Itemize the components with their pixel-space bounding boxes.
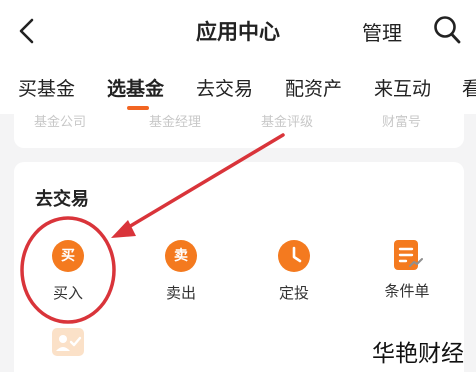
wealth-account-label[interactable]: 财富号 xyxy=(382,114,421,130)
active-tab-indicator xyxy=(127,106,149,110)
tab-select-fund[interactable]: 选基金 xyxy=(107,74,164,101)
fund-rating-label[interactable]: 基金评级 xyxy=(261,114,313,130)
buy-button[interactable]: 买 买入 xyxy=(23,240,113,303)
conditional-order-button[interactable]: 条件单 xyxy=(362,238,452,301)
conditional-order-label: 条件单 xyxy=(384,282,430,300)
tab-interact[interactable]: 来互动 xyxy=(374,74,431,101)
clock-icon xyxy=(278,240,310,272)
tab-allocate-assets[interactable]: 配资产 xyxy=(285,74,342,101)
tab-trade[interactable]: 去交易 xyxy=(196,74,253,101)
buy-label: 买入 xyxy=(52,284,83,302)
fund-company-label[interactable]: 基金公司 xyxy=(34,114,86,130)
document-icon xyxy=(394,240,423,270)
tab-watch[interactable]: 看 xyxy=(462,74,476,101)
app-header: 应用中心 管理 xyxy=(0,0,476,62)
manage-button[interactable]: 管理 xyxy=(362,17,402,46)
sell-icon: 卖 xyxy=(165,240,197,272)
search-icon[interactable] xyxy=(432,14,462,46)
fund-manager-label[interactable]: 基金经理 xyxy=(149,114,201,130)
tab-buy-fund[interactable]: 买基金 xyxy=(18,74,75,101)
auto-invest-label: 定投 xyxy=(278,284,309,302)
account-check-icon[interactable] xyxy=(52,328,84,356)
page-title: 应用中心 xyxy=(196,20,280,44)
category-tabs: 买基金 选基金 去交易 配资产 来互动 看 xyxy=(0,62,476,114)
auto-invest-button[interactable]: 定投 xyxy=(249,240,339,303)
watermark: 华艳财经 xyxy=(372,341,464,367)
fund-tools-card: 基金公司 基金经理 基金评级 财富号 xyxy=(14,114,464,148)
section-title: 去交易 xyxy=(35,189,89,210)
sell-button[interactable]: 卖 卖出 xyxy=(136,240,226,303)
user-check-icon xyxy=(56,335,82,351)
buy-icon: 买 xyxy=(52,240,84,272)
sell-label: 卖出 xyxy=(165,284,196,302)
